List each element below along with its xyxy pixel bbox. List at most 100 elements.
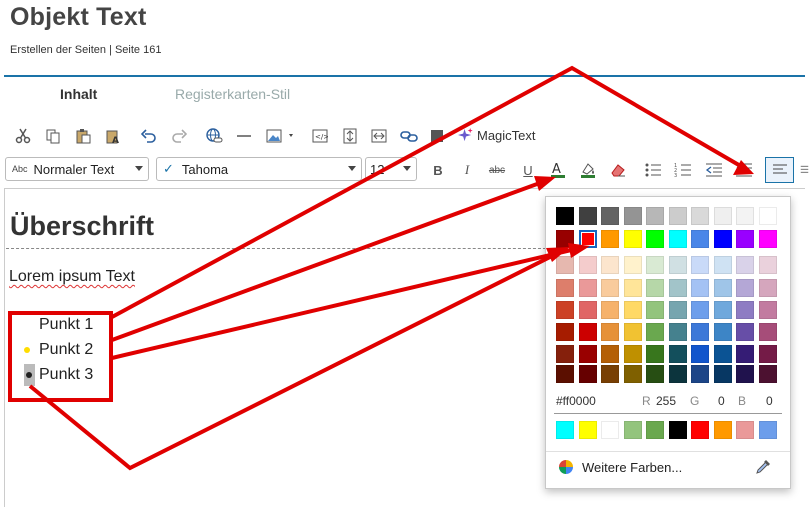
color-swatch[interactable]: [691, 207, 709, 225]
italic-icon[interactable]: I: [454, 157, 480, 183]
color-swatch[interactable]: [691, 279, 709, 297]
recent-color-swatch[interactable]: [691, 421, 709, 439]
numbered-list-icon[interactable]: 123: [670, 157, 696, 183]
link-icon[interactable]: [201, 122, 227, 150]
color-swatch[interactable]: [668, 207, 687, 225]
chain-link-icon[interactable]: [396, 122, 422, 150]
color-swatch[interactable]: [646, 345, 664, 363]
eyedropper-icon[interactable]: [754, 458, 772, 476]
color-swatch[interactable]: [578, 323, 597, 341]
color-swatch[interactable]: [578, 256, 597, 274]
color-swatch[interactable]: [556, 301, 574, 319]
color-swatch[interactable]: [713, 301, 732, 319]
color-swatch[interactable]: [668, 279, 687, 297]
color-swatch[interactable]: [556, 207, 574, 225]
color-swatch[interactable]: [601, 365, 619, 383]
color-swatch[interactable]: [601, 323, 619, 341]
color-swatch[interactable]: [646, 230, 664, 248]
color-swatch[interactable]: [623, 301, 642, 319]
color-swatch[interactable]: [758, 365, 777, 383]
outdent-icon[interactable]: [701, 157, 727, 183]
color-swatch[interactable]: [736, 256, 754, 274]
color-swatch[interactable]: [646, 207, 664, 225]
recent-color-swatch[interactable]: [736, 421, 754, 439]
fit-width-icon[interactable]: [366, 122, 392, 150]
color-swatch[interactable]: [668, 345, 687, 363]
highlight-color-icon[interactable]: [575, 157, 601, 183]
color-swatch[interactable]: [578, 365, 597, 383]
more-colors-button[interactable]: Weitere Farben...: [582, 460, 682, 475]
color-swatch[interactable]: [736, 323, 754, 341]
color-swatch[interactable]: [623, 365, 642, 383]
color-swatch[interactable]: [601, 256, 619, 274]
color-swatch[interactable]: [736, 365, 754, 383]
color-swatch[interactable]: [691, 345, 709, 363]
color-swatch[interactable]: [578, 279, 597, 297]
indent-icon[interactable]: [731, 157, 757, 183]
color-swatch[interactable]: [646, 365, 664, 383]
hex-input[interactable]: #ff0000: [556, 394, 596, 408]
color-swatch[interactable]: [736, 279, 754, 297]
color-swatch[interactable]: [758, 279, 777, 297]
image-icon[interactable]: [263, 122, 297, 150]
color-swatch[interactable]: [691, 323, 709, 341]
text-color-icon[interactable]: A: [545, 157, 571, 183]
color-swatch[interactable]: [713, 323, 732, 341]
color-swatch[interactable]: [623, 207, 642, 225]
color-swatch[interactable]: [623, 279, 642, 297]
paste-text-icon[interactable]: A: [100, 122, 126, 150]
color-swatch[interactable]: [713, 230, 732, 248]
color-swatch[interactable]: [556, 279, 574, 297]
color-swatch[interactable]: [691, 256, 709, 274]
color-swatch[interactable]: [556, 230, 574, 248]
tab-inhalt[interactable]: Inhalt: [60, 86, 97, 102]
color-swatch[interactable]: [758, 323, 777, 341]
color-swatch[interactable]: [758, 207, 777, 225]
g-value[interactable]: 0: [718, 394, 725, 408]
color-swatch[interactable]: [758, 230, 777, 248]
color-swatch[interactable]: [646, 256, 664, 274]
color-swatch[interactable]: [668, 365, 687, 383]
color-swatch[interactable]: [601, 230, 619, 248]
color-swatch[interactable]: [691, 230, 709, 248]
color-swatch[interactable]: [758, 256, 777, 274]
color-swatch[interactable]: [691, 301, 709, 319]
source-code-icon[interactable]: </>: [307, 122, 333, 150]
color-swatch[interactable]: [646, 323, 664, 341]
color-swatch[interactable]: [713, 365, 732, 383]
paste-icon[interactable]: [70, 122, 96, 150]
align-center-icon[interactable]: [797, 157, 809, 183]
color-swatch[interactable]: [758, 345, 777, 363]
color-swatch[interactable]: [713, 207, 732, 225]
color-swatch[interactable]: [623, 345, 642, 363]
color-swatch[interactable]: [601, 345, 619, 363]
block-icon[interactable]: [424, 122, 450, 150]
recent-color-swatch[interactable]: [601, 421, 619, 439]
tab-registerkarten-stil[interactable]: Registerkarten-Stil: [175, 86, 290, 102]
color-swatch[interactable]: [668, 230, 687, 248]
align-left-icon[interactable]: [765, 157, 794, 183]
color-swatch[interactable]: [758, 301, 777, 319]
color-swatch[interactable]: [623, 256, 642, 274]
color-swatch[interactable]: [556, 323, 574, 341]
r-value[interactable]: 255: [656, 394, 676, 408]
underline-icon[interactable]: U: [515, 157, 541, 183]
color-swatch[interactable]: [736, 301, 754, 319]
color-swatch[interactable]: [556, 365, 574, 383]
color-swatch[interactable]: [736, 345, 754, 363]
color-swatch[interactable]: [556, 345, 574, 363]
color-swatch[interactable]: [736, 230, 754, 248]
bold-icon[interactable]: B: [425, 157, 451, 183]
color-swatch[interactable]: [713, 345, 732, 363]
recent-color-swatch[interactable]: [713, 421, 732, 439]
recent-color-swatch[interactable]: [556, 421, 574, 439]
horizontal-line-icon[interactable]: [231, 122, 257, 150]
color-swatch[interactable]: [601, 207, 619, 225]
color-swatch[interactable]: [691, 365, 709, 383]
editor-heading[interactable]: Überschrift: [10, 211, 154, 242]
copy-icon[interactable]: [40, 122, 66, 150]
magictext-button[interactable]: MagicText: [458, 128, 536, 143]
color-swatch[interactable]: [646, 301, 664, 319]
color-swatch[interactable]: [668, 256, 687, 274]
color-swatch[interactable]: [736, 207, 754, 225]
